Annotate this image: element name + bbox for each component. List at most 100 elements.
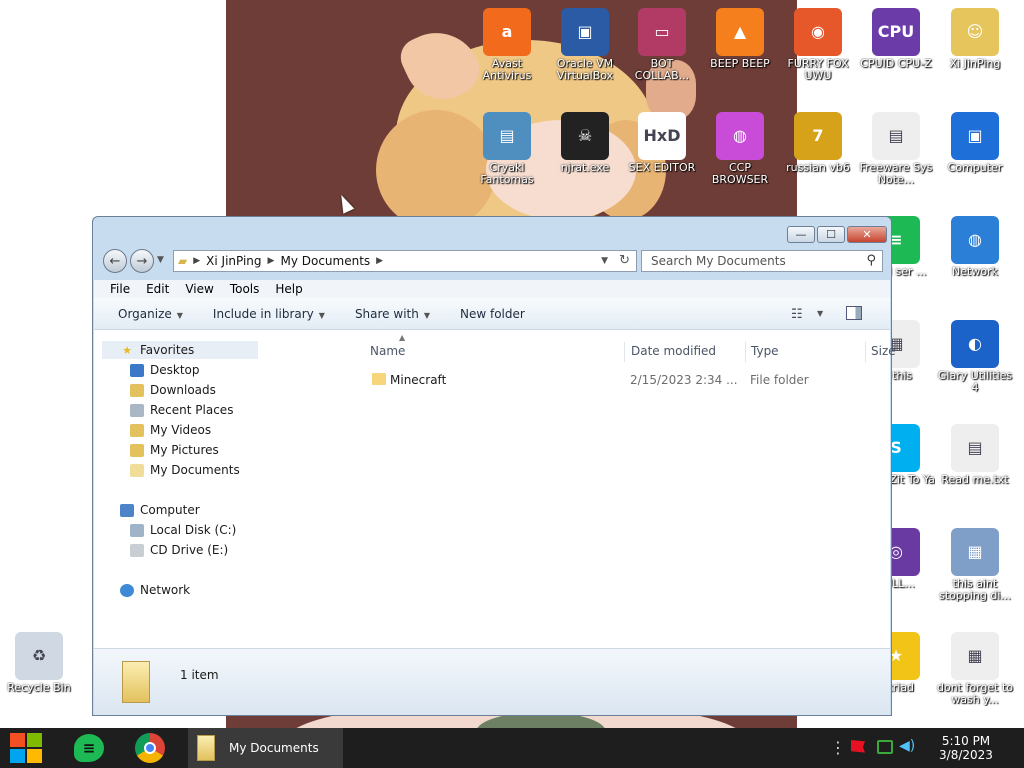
refresh-icon[interactable]: ↻: [619, 253, 630, 268]
preview-pane-icon[interactable]: [846, 306, 862, 320]
column-header-name[interactable]: Name: [370, 344, 405, 358]
desktop-icon-label: CCP BROWSER: [711, 162, 769, 186]
taskbar-button-my-documents[interactable]: My Documents: [188, 728, 343, 768]
file-row[interactable]: Minecraft 2/15/2023 2:34 ... File folder: [366, 370, 946, 390]
new-folder-button[interactable]: New folder: [460, 307, 525, 321]
menu-help[interactable]: Help: [275, 282, 302, 296]
desktop-icon-recycle-bin[interactable]: ♻ Recycle Bin: [0, 632, 78, 694]
change-view-icon[interactable]: ☷: [791, 307, 803, 322]
spotify-taskbar-icon[interactable]: ≡: [74, 734, 104, 762]
volume-icon[interactable]: ◀): [899, 738, 915, 754]
folder-icon: [197, 735, 215, 761]
desktop-icon-label: njrat.exe: [560, 162, 610, 174]
taskbar: ≡ My Documents ⋮ ◀) 5:10 PM 3/8/2023: [0, 728, 1024, 768]
more-icon[interactable]: ⋮: [830, 738, 846, 757]
search-input[interactable]: Search My Documents ⚲: [641, 250, 883, 272]
navigation-pane: ★ Favorites Desktop Downloads Recent Pla…: [94, 330, 260, 648]
search-icon[interactable]: ⚲: [866, 253, 876, 268]
nav-recent-places-label: Recent Places: [150, 403, 234, 417]
details-pane: 1 item: [94, 648, 890, 715]
menu-view[interactable]: View: [185, 282, 213, 296]
column-divider[interactable]: [865, 342, 866, 362]
desktop-icon-beep-beep[interactable]: ▲ BEEP BEEP: [701, 8, 779, 70]
breadcrumb-chevron-icon[interactable]: ▶: [266, 256, 277, 266]
column-header-date-modified[interactable]: Date modified: [631, 344, 716, 358]
breadcrumb-chevron-icon[interactable]: ▶: [191, 256, 202, 266]
breadcrumb-xi-jinping[interactable]: Xi JinPing: [202, 254, 265, 268]
videos-folder-icon: [130, 423, 144, 437]
nav-my-videos[interactable]: My Videos: [130, 421, 211, 439]
chrome-taskbar-icon[interactable]: [135, 733, 165, 763]
desktop-icon-cpuz[interactable]: CPU CPUID CPU-Z: [857, 8, 935, 70]
nav-local-disk-label: Local Disk (C:): [150, 523, 237, 537]
maximize-button[interactable]: ☐: [817, 226, 845, 243]
desktop-icon-this-aint[interactable]: ▦ this aint stopping di...: [936, 528, 1014, 602]
desktop-icon-label: Freeware Sys Note...: [859, 162, 933, 186]
recycle-bin-icon: ♻: [15, 632, 63, 680]
star-icon: ★: [122, 343, 132, 357]
column-header-size[interactable]: Size: [871, 344, 896, 358]
chevron-down-icon[interactable]: ▼: [817, 309, 823, 318]
desktop-icon-bot-collab[interactable]: ▭ BOT COLLAB...: [623, 8, 701, 82]
breadcrumb-my-documents[interactable]: My Documents: [276, 254, 374, 268]
content-area: ★ Favorites Desktop Downloads Recent Pla…: [94, 330, 896, 648]
nav-computer-label: Computer: [140, 503, 200, 517]
nav-desktop[interactable]: Desktop: [130, 361, 200, 379]
address-bar[interactable]: ▰ ▶ Xi JinPing ▶ My Documents ▶ ▼ ↻: [173, 250, 637, 272]
column-header-type[interactable]: Type: [751, 344, 779, 358]
nav-cd-drive[interactable]: CD Drive (E:): [130, 541, 228, 559]
desktop-icon-readme[interactable]: ▤ Read me.txt: [936, 424, 1014, 486]
organize-button[interactable]: Organize ▼: [118, 307, 183, 321]
minimize-button[interactable]: —: [787, 226, 815, 243]
nav-my-pictures[interactable]: My Pictures: [130, 441, 219, 459]
menu-file[interactable]: File: [110, 282, 130, 296]
command-bar: Organize ▼ Include in library ▼ Share with…: [94, 298, 890, 330]
close-button[interactable]: ✕: [847, 226, 887, 243]
desktop-icon-xi-jinping[interactable]: ☺ Xi JinPing: [936, 8, 1014, 70]
menu-edit[interactable]: Edit: [146, 282, 169, 296]
desktop-icon-avast[interactable]: a Avast Antivirus: [468, 8, 546, 82]
nav-computer[interactable]: Computer: [120, 501, 200, 519]
share-with-button[interactable]: Share with ▼: [355, 307, 430, 321]
desktop-icon-glary[interactable]: ◐ Glary Utilities 4: [936, 320, 1014, 394]
clock[interactable]: 5:10 PM 3/8/2023: [938, 734, 994, 762]
nav-favorites[interactable]: ★ Favorites: [102, 341, 258, 359]
nav-recent-places[interactable]: Recent Places: [130, 401, 233, 419]
nav-downloads[interactable]: Downloads: [130, 381, 216, 399]
network-status-icon[interactable]: [877, 740, 893, 754]
include-in-library-button[interactable]: Include in library ▼: [213, 307, 325, 321]
desktop-icon-njrat[interactable]: ☠ njrat.exe: [546, 112, 624, 174]
menu-tools[interactable]: Tools: [230, 282, 260, 296]
desktop-icon-virtualbox[interactable]: ▣ Oracle VM VirtualBox: [546, 8, 624, 82]
nav-network[interactable]: Network: [120, 581, 190, 599]
title-bar[interactable]: — ☐ ✕: [93, 217, 891, 247]
breadcrumb-chevron-icon[interactable]: ▶: [374, 256, 385, 266]
desktop-icon-russian-vb6[interactable]: 7 russian vb6: [779, 112, 857, 174]
document-icon: ▤: [872, 112, 920, 160]
desktop-icon-freeware[interactable]: ▤ Freeware Sys Note...: [857, 112, 935, 186]
nav-my-documents[interactable]: My Documents: [130, 461, 240, 479]
navigation-bar: ← → ▼ ▰ ▶ Xi JinPing ▶ My Documents ▶ ▼ …: [101, 247, 887, 277]
start-button[interactable]: [10, 733, 42, 763]
desktop-icon-ccp-browser[interactable]: ◍ CCP BROWSER: [701, 112, 779, 186]
action-center-flag-icon[interactable]: [851, 740, 865, 753]
desktop-icon-furry-fox[interactable]: ◉ FURRY FOX UWU: [779, 8, 857, 82]
column-divider[interactable]: [624, 342, 625, 362]
include-label: Include in library: [212, 306, 314, 321]
recent-pages-chevron-icon[interactable]: ▼: [157, 255, 164, 265]
desktop-icon-cryakl[interactable]: ▤ Cryakl Fantomas: [468, 112, 546, 186]
system-tray: ⋮ ◀) 5:10 PM 3/8/2023: [830, 728, 1024, 768]
address-dropdown-icon[interactable]: ▼: [601, 256, 608, 266]
nav-network-label: Network: [140, 583, 191, 597]
recent-places-icon: [130, 403, 144, 417]
skull-icon: ☠: [561, 112, 609, 160]
nav-local-disk[interactable]: Local Disk (C:): [130, 521, 236, 539]
desktop-icon-dont-forget[interactable]: ▦ dont forget to wash y...: [936, 632, 1014, 706]
desktop-icon-network[interactable]: ◍ Network: [936, 216, 1014, 278]
desktop-icon-label: Avast Antivirus: [482, 58, 532, 82]
forward-button[interactable]: →: [130, 249, 154, 273]
column-divider[interactable]: [745, 342, 746, 362]
back-button[interactable]: ←: [103, 249, 127, 273]
desktop-icon-computer[interactable]: ▣ Computer: [936, 112, 1014, 174]
desktop-icon-sex-editor[interactable]: HxD SEX EDITOR: [623, 112, 701, 174]
